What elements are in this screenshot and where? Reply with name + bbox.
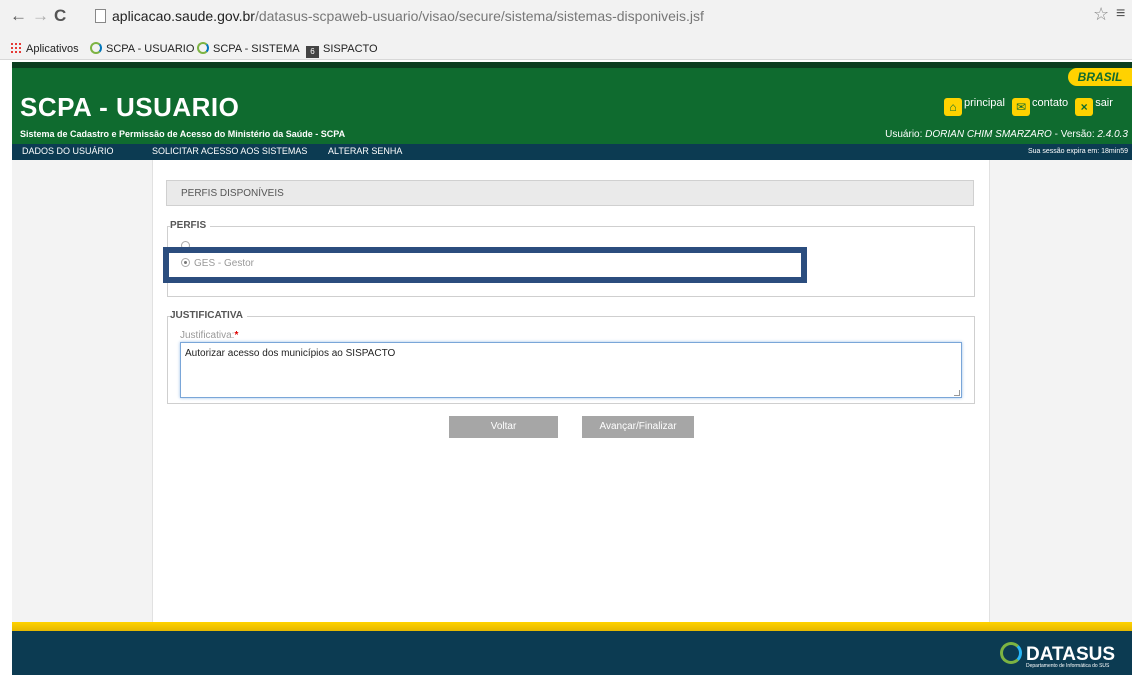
apps-grid-icon bbox=[10, 42, 22, 54]
perfis-legend: PERFIS bbox=[170, 220, 211, 231]
panel-title: PERFIS DISPONÍVEIS bbox=[166, 180, 974, 206]
bookmark-star-icon[interactable]: ☆ bbox=[1093, 4, 1109, 25]
back-arrow-icon[interactable]: ← bbox=[10, 6, 27, 26]
contato-link[interactable]: ✉ contato bbox=[1012, 97, 1072, 116]
brasil-badge[interactable]: BRASIL bbox=[1068, 68, 1132, 86]
user-name: DORIAN CHIM SMARZARO bbox=[925, 129, 1052, 140]
resize-grip-icon[interactable] bbox=[954, 390, 960, 396]
bookmark-scpa-sistema[interactable]: SCPA - SISTEMA bbox=[197, 42, 300, 56]
datasus-logo-subtitle: Departamento de Informática do SUS bbox=[1026, 663, 1110, 669]
bookmark-scpa-usuario[interactable]: SCPA - USUARIO bbox=[90, 42, 194, 56]
browser-menu-icon[interactable]: ≡ bbox=[1116, 5, 1125, 23]
version-number: 2.4.0.3 bbox=[1097, 129, 1128, 140]
close-icon: × bbox=[1075, 98, 1094, 116]
datasus-swirl-icon bbox=[90, 42, 102, 54]
justificativa-textarea[interactable]: Autorizar acesso dos municípios ao SISPA… bbox=[180, 342, 962, 398]
principal-link[interactable]: ⌂ principal bbox=[944, 97, 1009, 116]
url-path: /datasus-scpaweb-usuario/visao/secure/si… bbox=[254, 8, 704, 24]
menu-solicitar-acesso[interactable]: SOLICITAR ACESSO AOS SISTEMAS bbox=[152, 146, 307, 156]
main-menu: DADOS DO USUÁRIO SOLICITAR ACESSO AOS SI… bbox=[12, 144, 1132, 160]
bookmark-label: SISPACTO bbox=[323, 43, 378, 55]
menu-dados-usuario[interactable]: DADOS DO USUÁRIO bbox=[22, 146, 114, 156]
avancar-finalizar-button[interactable]: Avançar/Finalizar bbox=[582, 416, 694, 438]
justificativa-label: Justificativa:* bbox=[180, 330, 239, 341]
highlight-box bbox=[163, 247, 807, 283]
bookmark-label: SCPA - USUARIO bbox=[106, 43, 195, 55]
justificativa-legend: JUSTIFICATIVA bbox=[170, 310, 247, 321]
page-background-right bbox=[990, 160, 1132, 622]
bookmark-sispacto[interactable]: 6 SISPACTO bbox=[306, 42, 378, 58]
datasus-swirl-icon bbox=[1000, 642, 1022, 664]
footer-yellow-strip bbox=[12, 622, 1132, 631]
address-bar[interactable]: aplicacao.saude.gov.br/datasus-scpaweb-u… bbox=[112, 6, 704, 26]
site-subtitle: Sistema de Cadastro e Permissão de Acess… bbox=[20, 129, 346, 139]
envelope-icon: ✉ bbox=[1012, 98, 1031, 116]
voltar-button[interactable]: Voltar bbox=[449, 416, 558, 438]
reload-icon[interactable]: C bbox=[54, 6, 66, 26]
bookmark-apps[interactable]: Aplicativos bbox=[10, 42, 79, 56]
justificativa-value: Autorizar acesso dos municípios ao SISPA… bbox=[185, 348, 396, 359]
page-icon bbox=[95, 9, 106, 23]
browser-toolbar: ← → C aplicacao.saude.gov.br/datasus-scp… bbox=[0, 0, 1132, 38]
user-info: Usuário: DORIAN CHIM SMARZARO - Versão: … bbox=[885, 129, 1128, 140]
forward-arrow-icon[interactable]: → bbox=[32, 6, 49, 26]
site-footer bbox=[12, 631, 1132, 675]
required-mark: * bbox=[234, 330, 239, 341]
header-links: ⌂ principal ✉ contato × sair bbox=[944, 97, 1117, 117]
bookmarks-bar: Aplicativos SCPA - USUARIO SCPA - SISTEM… bbox=[0, 38, 1132, 60]
menu-alterar-senha[interactable]: ALTERAR SENHA bbox=[328, 146, 402, 156]
page-background-left bbox=[12, 160, 152, 622]
url-host: aplicacao.saude.gov.br bbox=[112, 8, 255, 24]
datasus-swirl-icon bbox=[197, 42, 209, 54]
bookmark-label: Aplicativos bbox=[26, 43, 79, 55]
calendar-icon: 6 bbox=[306, 46, 319, 58]
session-timer: Sua sessão expira em: 18min59 bbox=[1028, 148, 1128, 155]
site-title: SCPA - USUARIO bbox=[20, 92, 240, 122]
bookmark-label: SCPA - SISTEMA bbox=[213, 43, 300, 55]
sair-link[interactable]: × sair bbox=[1075, 97, 1117, 116]
home-icon: ⌂ bbox=[944, 98, 962, 116]
